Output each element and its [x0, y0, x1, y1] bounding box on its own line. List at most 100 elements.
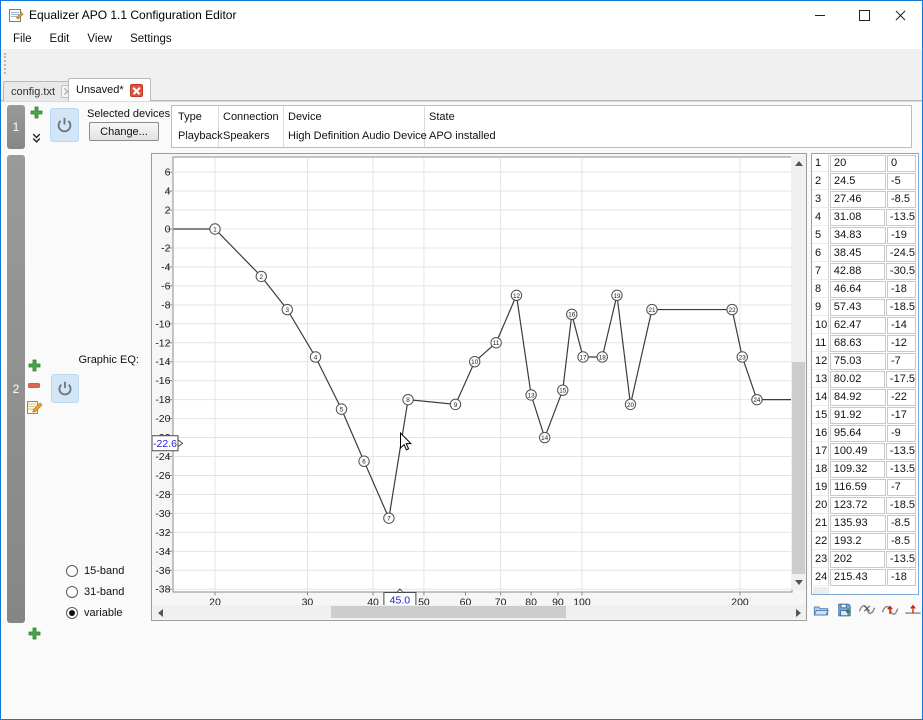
band-freq-cell[interactable]: 57.43 — [830, 299, 885, 316]
row-handle-1[interactable]: 1 — [7, 105, 25, 149]
radio-icon — [66, 586, 78, 598]
menu-item-settings[interactable]: Settings — [121, 31, 181, 47]
band-gain-cell[interactable]: -18 — [887, 281, 916, 298]
band-gain-cell[interactable]: -22 — [887, 389, 916, 406]
band-gain-cell[interactable]: -17.5 — [886, 371, 916, 388]
band-freq-cell[interactable]: 109.32 — [830, 461, 885, 478]
band-gain-cell[interactable]: -30.5 — [886, 263, 916, 280]
scroll-down-button[interactable] — [791, 575, 806, 590]
band-freq-cell[interactable]: 68.63 — [830, 335, 886, 352]
device-power-toggle[interactable] — [50, 108, 79, 142]
menu-item-edit[interactable]: Edit — [41, 31, 79, 47]
eq-chart[interactable]: 6420-2-4-6-8-10-12-14-16-18-20-22-24-26-… — [152, 154, 806, 620]
band-gain-cell[interactable]: -13.5 — [886, 461, 916, 478]
band-number: 23 — [812, 550, 829, 568]
band-gain-cell[interactable]: -7 — [887, 353, 916, 370]
band-freq-cell[interactable]: 24.5 — [830, 173, 886, 190]
tab-close-button[interactable] — [130, 84, 143, 97]
band-freq-cell[interactable]: 84.92 — [830, 389, 886, 406]
add-filter-button-row1[interactable] — [30, 106, 43, 119]
hscrollbar-thumb[interactable] — [331, 606, 566, 618]
normalize-response-button[interactable] — [881, 601, 899, 618]
band-mode-15[interactable]: 15-band — [66, 564, 124, 578]
invert-response-button[interactable] — [858, 601, 876, 618]
menu-item-file[interactable]: File — [4, 31, 41, 47]
band-gain-cell[interactable]: -7 — [887, 479, 916, 496]
export-response-button[interactable] — [835, 601, 853, 618]
band-gain-cell[interactable]: -8.5 — [887, 515, 916, 532]
band-mode-variable[interactable]: variable — [66, 606, 123, 620]
band-gain-cell[interactable]: -17 — [887, 407, 916, 424]
flatten-response-button[interactable] — [904, 601, 922, 618]
scroll-right-button[interactable] — [791, 605, 806, 620]
band-gain-cell[interactable]: -13.5 — [886, 209, 916, 226]
band-gain-cell[interactable]: -13.5 — [886, 443, 916, 460]
vscrollbar-thumb[interactable] — [792, 362, 805, 574]
band-row: 22193.2-8.5 — [812, 532, 918, 550]
band-freq-cell[interactable]: 91.92 — [830, 407, 886, 424]
svg-text:-8: -8 — [161, 299, 170, 311]
band-number: 20 — [812, 496, 829, 514]
band-gain-cell[interactable]: -8.5 — [887, 191, 916, 208]
band-row: 1275.03-7 — [812, 352, 918, 370]
band-gain-cell[interactable]: -19 — [887, 227, 916, 244]
device-cell-state: APO installed — [429, 126, 496, 147]
edit-filter-button[interactable] — [26, 398, 43, 415]
graphic-eq-label: Graphic EQ: — [59, 354, 139, 366]
band-freq-cell[interactable]: 34.83 — [830, 227, 886, 244]
scroll-left-button[interactable] — [153, 605, 168, 620]
scroll-up-button[interactable] — [791, 156, 806, 171]
band-gain-cell[interactable]: -18.5 — [886, 497, 916, 514]
band-freq-cell[interactable]: 46.64 — [830, 281, 886, 298]
add-filter-button-row2[interactable] — [28, 359, 41, 372]
import-response-button[interactable] — [812, 601, 830, 618]
band-freq-cell[interactable]: 62.47 — [830, 317, 886, 334]
close-button[interactable] — [878, 1, 923, 29]
band-gain-cell[interactable]: -18.5 — [886, 299, 916, 316]
band-freq-cell[interactable]: 31.08 — [830, 209, 885, 226]
band-freq-cell[interactable]: 202 — [830, 551, 885, 568]
svg-text:2: 2 — [165, 205, 171, 217]
band-freq-cell[interactable]: 38.45 — [830, 245, 885, 262]
eq-point-number: 11 — [493, 340, 500, 347]
band-freq-cell[interactable]: 20 — [830, 155, 886, 172]
band-gain-cell[interactable]: 0 — [887, 155, 916, 172]
band-freq-cell[interactable]: 95.64 — [830, 425, 886, 442]
band-freq-cell[interactable]: 75.03 — [830, 353, 886, 370]
band-freq-cell[interactable]: 27.46 — [830, 191, 886, 208]
tabbar: config.txt Unsaved* — [1, 78, 922, 101]
graph-vscrollbar[interactable] — [791, 156, 806, 590]
band-gain-cell[interactable]: -5 — [887, 173, 916, 190]
row-number: 2 — [13, 382, 20, 396]
collapse-row1-button[interactable] — [31, 132, 42, 144]
band-gain-cell[interactable]: -8.5 — [887, 533, 916, 550]
band-number: 8 — [812, 280, 829, 298]
band-freq-cell[interactable]: 80.02 — [830, 371, 885, 388]
band-freq-cell[interactable]: 116.59 — [830, 479, 886, 496]
eq-power-toggle[interactable] — [51, 374, 79, 403]
band-freq-cell[interactable]: 100.49 — [830, 443, 885, 460]
band-row: 1200 — [812, 154, 918, 172]
band-gain-cell[interactable]: -9 — [887, 425, 916, 442]
band-gain-cell[interactable]: -13.5 — [886, 551, 916, 568]
add-row-button[interactable] — [28, 627, 41, 640]
tab-unsaved[interactable]: Unsaved* — [68, 78, 151, 101]
band-gain-cell[interactable]: -18 — [887, 569, 916, 586]
menu-item-view[interactable]: View — [78, 31, 121, 47]
row-handle-2[interactable]: 2 — [7, 155, 25, 623]
change-devices-button[interactable]: Change... — [89, 122, 159, 141]
band-freq-cell[interactable]: 193.2 — [830, 533, 886, 550]
band-freq-cell[interactable]: 215.43 — [830, 569, 886, 586]
band-gain-cell[interactable]: -24.5 — [886, 245, 916, 262]
band-freq-cell[interactable]: 123.72 — [830, 497, 885, 514]
remove-filter-button[interactable] — [28, 383, 40, 388]
band-mode-31[interactable]: 31-band — [66, 585, 124, 599]
band-freq-cell[interactable]: 135.93 — [830, 515, 886, 532]
minimize-button[interactable] — [797, 1, 842, 29]
eq-graph-panel[interactable]: 6420-2-4-6-8-10-12-14-16-18-20-22-24-26-… — [151, 153, 807, 621]
eq-point-number: 18 — [599, 354, 607, 361]
band-freq-cell[interactable]: 42.88 — [830, 263, 885, 280]
band-gain-cell[interactable]: -12 — [887, 335, 916, 352]
graph-hscrollbar[interactable] — [153, 605, 806, 619]
band-gain-cell[interactable]: -14 — [887, 317, 916, 334]
